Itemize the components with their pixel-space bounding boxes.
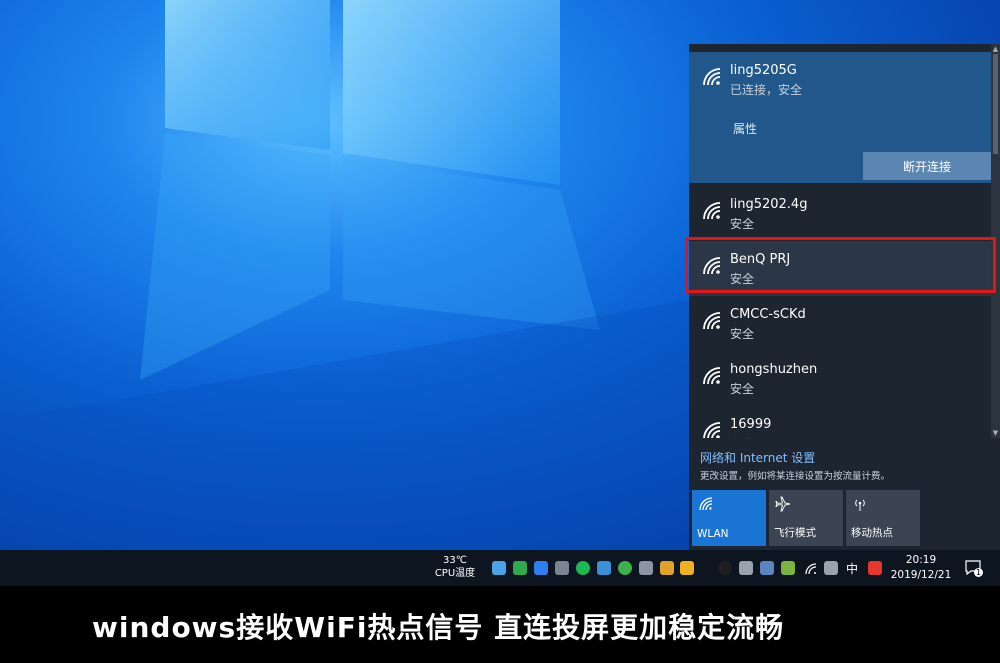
- airplane-icon: [775, 496, 791, 512]
- sogou-input-icon[interactable]: [868, 561, 882, 575]
- network-ssid: 16999: [730, 417, 772, 432]
- scroll-up-icon[interactable]: ▲: [991, 44, 1000, 54]
- notification-count: 1: [974, 568, 984, 577]
- connected-network-row[interactable]: ling5205G 已连接，安全: [689, 52, 991, 107]
- wechat-icon[interactable]: [618, 561, 632, 575]
- ime-indicator[interactable]: 中: [846, 560, 858, 577]
- user-icon[interactable]: [760, 561, 774, 575]
- network-status: 安全: [730, 327, 755, 341]
- shield-icon[interactable]: [680, 561, 694, 575]
- mute-icon[interactable]: [739, 561, 753, 575]
- disconnect-button[interactable]: 断开连接: [863, 152, 991, 180]
- network-settings-description: 更改设置，例如将某连接设置为按流量计费。: [700, 471, 891, 482]
- note-app-icon[interactable]: [534, 561, 548, 575]
- network-ssid: ling5205G: [730, 63, 797, 78]
- link-icon[interactable]: [639, 561, 653, 575]
- network-ssid: hongshuzhen: [730, 362, 818, 377]
- network-status: 已连接，安全: [730, 83, 803, 97]
- system-clock[interactable]: 20:19 2019/12/21: [890, 553, 952, 583]
- mobile-hotspot-label: 移动热点: [851, 527, 893, 539]
- cube-app-icon[interactable]: [492, 561, 506, 575]
- wifi-signal-icon: [703, 202, 721, 220]
- caption-text: windows接收WiFi热点信号 直连投屏更加稳定流畅: [92, 611, 785, 644]
- network-internet-settings-link[interactable]: 网络和 Internet 设置: [700, 449, 815, 466]
- network-app-icon[interactable]: [597, 561, 611, 575]
- wifi-signal-icon: [703, 68, 721, 86]
- wifi-signal-icon: [703, 367, 721, 385]
- network-ssid: ling5202.4g: [730, 197, 808, 212]
- network-ssid: CMCC-sCKd: [730, 307, 806, 322]
- qq-icon[interactable]: [718, 561, 732, 575]
- clock-time: 20:19: [905, 554, 937, 566]
- wifi-flyout-panel: ▲ ▼ ling5205G 已连接，安全 属性 断开连接 ling5202.4g…: [689, 44, 1000, 550]
- music-app-icon[interactable]: [576, 561, 590, 575]
- volume-muted-icon[interactable]: [824, 561, 838, 575]
- network-status: 安全: [730, 217, 755, 231]
- scroll-thumb[interactable]: [993, 54, 998, 154]
- highlight-box: [685, 237, 996, 293]
- notification-center-button[interactable]: 1: [964, 559, 984, 577]
- properties-link[interactable]: 属性: [733, 120, 757, 137]
- nvidia-icon[interactable]: [781, 561, 795, 575]
- hotspot-icon: [855, 499, 865, 511]
- wlan-toggle-button[interactable]: WLAN: [692, 490, 766, 546]
- image-app-icon[interactable]: [513, 561, 527, 575]
- wifi-tray-icon[interactable]: [804, 561, 818, 575]
- wlan-label: WLAN: [697, 528, 729, 540]
- video-caption-bar: windows接收WiFi热点信号 直连投屏更加稳定流畅: [0, 586, 1000, 663]
- folder-icon[interactable]: [660, 561, 674, 575]
- scroll-down-icon[interactable]: ▼: [991, 428, 1000, 438]
- network-item[interactable]: 16999 安全: [689, 406, 991, 438]
- airplane-mode-button[interactable]: 飞行模式: [769, 490, 843, 546]
- cpu-temperature-widget[interactable]: 33℃ CPU温度: [430, 554, 480, 580]
- network-item[interactable]: hongshuzhen 安全: [689, 351, 991, 406]
- cpu-temp-value: 33℃: [443, 555, 467, 566]
- wifi-signal-icon: [703, 422, 721, 438]
- taskbar: 33℃ CPU温度 中 20:19 2019/12/21 1: [0, 550, 1000, 586]
- cpu-temp-label: CPU温度: [434, 568, 476, 579]
- wifi-signal-icon: [703, 312, 721, 330]
- clock-date: 2019/12/21: [890, 569, 952, 581]
- airplane-mode-label: 飞行模式: [774, 527, 816, 539]
- printer-icon[interactable]: [555, 561, 569, 575]
- mobile-hotspot-button[interactable]: 移动热点: [846, 490, 920, 546]
- network-item[interactable]: CMCC-sCKd 安全: [689, 296, 991, 351]
- connected-network[interactable]: ling5205G 已连接，安全 属性 断开连接: [689, 52, 991, 183]
- wifi-icon: [699, 497, 713, 511]
- network-status: 安全: [730, 435, 754, 438]
- network-item[interactable]: ling5202.4g 安全: [689, 186, 991, 241]
- network-status: 安全: [730, 382, 755, 396]
